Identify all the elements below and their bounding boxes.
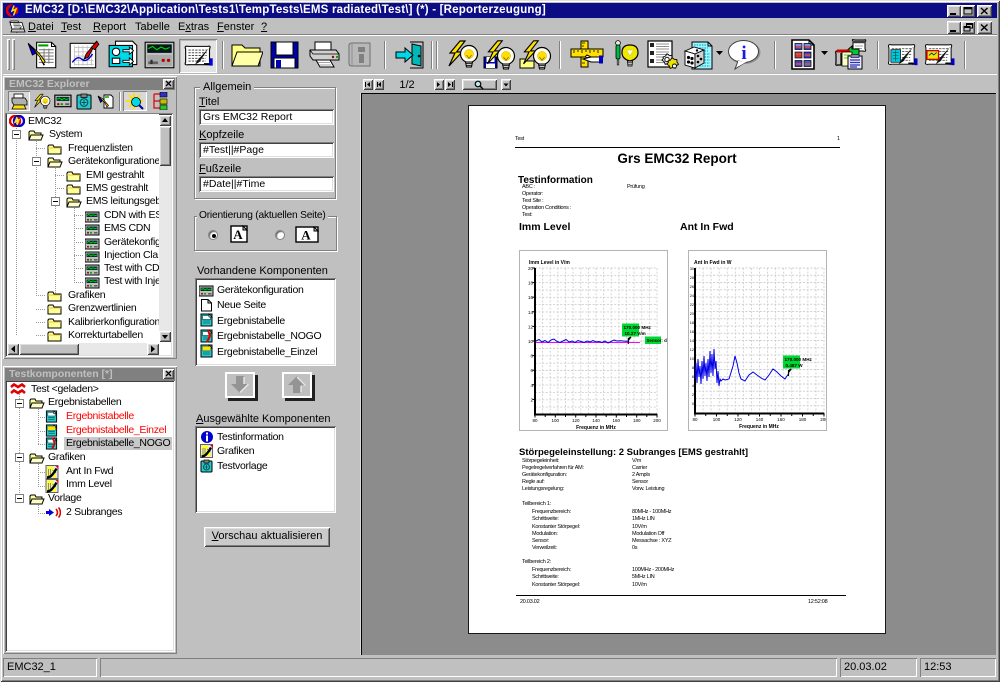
svg-text:8: 8	[530, 354, 533, 359]
svg-text:140: 140	[756, 417, 764, 422]
svg-text:6: 6	[692, 375, 694, 379]
svg-text:0.487 W: 0.487 W	[786, 363, 804, 368]
svg-text:10.27 V/m: 10.27 V/m	[625, 331, 646, 336]
svg-text:200: 200	[653, 418, 661, 423]
svg-text:180: 180	[799, 417, 807, 422]
svg-text:4: 4	[692, 384, 694, 388]
svg-text:22: 22	[690, 303, 694, 307]
svg-text:Frequenz in MHz: Frequenz in MHz	[576, 425, 616, 430]
svg-text:100: 100	[713, 417, 721, 422]
svg-text:18: 18	[690, 321, 694, 325]
svg-text:18: 18	[528, 281, 534, 286]
svg-text:Imm Level in V/m: Imm Level in V/m	[529, 260, 570, 266]
svg-text:8: 8	[692, 366, 694, 370]
svg-text:Ant In Fwd in W: Ant In Fwd in W	[694, 260, 732, 266]
svg-text:Sensor: dB: Sensor: dB	[647, 338, 668, 343]
svg-text:2: 2	[692, 393, 694, 397]
svg-text:A: A	[301, 228, 311, 243]
svg-text:16: 16	[528, 295, 534, 300]
svg-text:14: 14	[690, 339, 694, 343]
svg-text:160: 160	[777, 417, 785, 422]
svg-text:180: 180	[633, 418, 641, 423]
svg-text:16: 16	[690, 330, 694, 334]
svg-text:i: i	[741, 43, 746, 64]
svg-text:160: 160	[613, 418, 621, 423]
svg-text:170.000 MHz: 170.000 MHz	[624, 325, 652, 330]
svg-text:80: 80	[692, 417, 698, 422]
svg-text:100: 100	[552, 418, 560, 423]
svg-text:10: 10	[690, 357, 694, 361]
svg-text:30: 30	[690, 267, 694, 271]
svg-text:20: 20	[690, 312, 694, 316]
svg-text:24: 24	[690, 294, 694, 298]
svg-text:200: 200	[820, 417, 826, 422]
svg-text:26: 26	[690, 285, 694, 289]
svg-text:28: 28	[690, 276, 694, 280]
svg-text:80: 80	[532, 418, 538, 423]
svg-text:A: A	[233, 227, 243, 242]
svg-text:170.000 MHz: 170.000 MHz	[785, 357, 813, 362]
svg-text:12: 12	[690, 348, 694, 352]
svg-text:Frequenz in MHz: Frequenz in MHz	[739, 424, 779, 430]
svg-text:120: 120	[572, 418, 580, 423]
svg-text:0: 0	[692, 402, 694, 406]
svg-text:6: 6	[530, 368, 533, 373]
svg-text:120: 120	[734, 417, 742, 422]
svg-text:140: 140	[592, 418, 600, 423]
